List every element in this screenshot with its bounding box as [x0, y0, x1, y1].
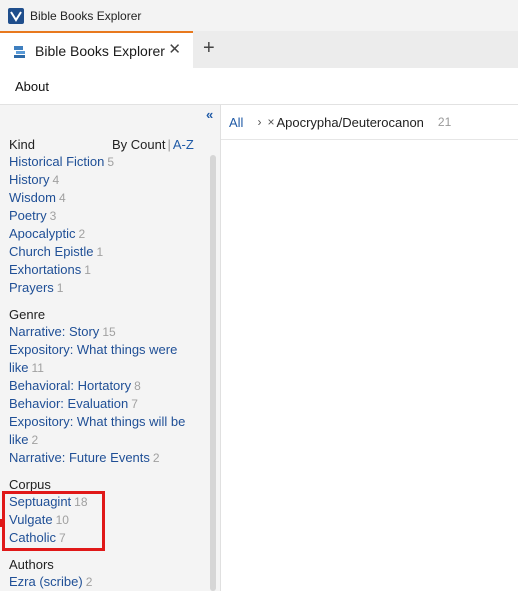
facet-count: 5 [107, 155, 115, 169]
facet-label-line1: Expository: What things were [9, 342, 178, 357]
facet-count: 4 [52, 173, 60, 187]
facet-count: 1 [84, 263, 91, 277]
facet-label: Wisdom [9, 190, 56, 205]
facet-count: 2 [78, 227, 86, 241]
facet-item[interactable]: Septuagint 18 [9, 493, 199, 511]
facet-label: Behavioral: Hortatory [9, 378, 132, 393]
facet-item[interactable]: Expository: What things will be like 2 [9, 413, 199, 449]
facet-label: Vulgate [9, 512, 53, 527]
facet-label: Church Epistle [9, 244, 94, 259]
new-tab-button[interactable]: + [203, 37, 215, 59]
about-menu-item[interactable]: About [15, 79, 49, 94]
facet-count: 2 [152, 451, 160, 465]
breadcrumb-filter-label[interactable]: Apocrypha/Deuterocanon [276, 115, 423, 130]
facet-label: Prayers [9, 280, 54, 295]
facet-label-line1: Expository: What things will be [9, 414, 186, 429]
facet-label: Behavior: Evaluation [9, 396, 129, 411]
window-title: Bible Books Explorer [30, 8, 142, 23]
facet-count: 15 [102, 325, 116, 339]
facet-label: Apocalyptic [9, 226, 76, 241]
facet-item[interactable]: Expository: What things were like 11 [9, 341, 199, 377]
highlight-annotation-mark [0, 519, 2, 527]
sidebar-scrollbar[interactable] [210, 155, 216, 591]
facet-label: Exhortations [9, 262, 82, 277]
facet-count: 10 [55, 513, 69, 527]
facet-label: Poetry [9, 208, 47, 223]
facet-item[interactable]: Vulgate 10 [9, 511, 199, 529]
menu-bar: About [0, 68, 518, 105]
facet-count: 2 [85, 575, 93, 589]
facet-item[interactable]: Poetry 3 [9, 207, 199, 225]
facet-label-line2: like [9, 360, 29, 375]
facet-item[interactable]: Behavior: Evaluation 7 [9, 395, 199, 413]
chevron-right-icon: › [257, 115, 262, 129]
facet-item[interactable]: Catholic 7 [9, 529, 199, 547]
results-pane [221, 141, 518, 591]
tab-bar: Bible Books Explorer ✕ + [0, 31, 518, 68]
facet-sidebar: « Kind By Count | A-Z Historical Fiction 5 … [0, 105, 221, 591]
facet-item[interactable]: Behavioral: Hortatory 8 [9, 377, 199, 395]
section-title-corpus: Corpus [9, 477, 51, 492]
facet-item[interactable]: Church Epistle 1 [9, 243, 199, 261]
facet-item[interactable]: Apocalyptic 2 [9, 225, 199, 243]
facet-label: Narrative: Future Events [9, 450, 150, 465]
facet-item[interactable]: Narrative: Future Events 2 [9, 449, 199, 467]
facet-label: Catholic [9, 530, 56, 545]
close-icon[interactable]: ✕ [168, 40, 181, 58]
facet-count: 1 [56, 281, 64, 295]
facet-item[interactable]: History 4 [9, 171, 199, 189]
book-stack-icon [13, 43, 27, 59]
facet-item[interactable]: Ezra (scribe) 2 [9, 573, 199, 591]
facet-label-line2: like [9, 432, 29, 447]
facet-item[interactable]: Wisdom 4 [9, 189, 199, 207]
facet-count: 7 [131, 397, 138, 411]
facet-label: Septuagint [9, 494, 72, 509]
facet-count: 7 [58, 531, 66, 545]
facet-count: 18 [74, 495, 88, 509]
logos-icon [8, 7, 24, 24]
sort-by-count-button[interactable]: By Count [112, 137, 165, 152]
remove-filter-icon[interactable]: × [267, 115, 274, 129]
facet-count: 11 [31, 361, 44, 375]
facet-label: Historical Fiction [9, 154, 105, 169]
section-title-authors: Authors [9, 557, 54, 572]
facet-item[interactable]: Prayers 1 [9, 279, 199, 297]
facet-count: 8 [134, 379, 141, 393]
breadcrumb-all-link[interactable]: All [229, 115, 243, 130]
section-title-genre: Genre [9, 307, 46, 322]
facet-count: 2 [31, 433, 39, 447]
facet-label: History [9, 172, 50, 187]
facet-label: Narrative: Story [9, 324, 100, 339]
section-title-kind: Kind [9, 137, 36, 152]
facet-item[interactable]: Exhortations 1 [9, 261, 199, 279]
sort-controls: By Count | A-Z [112, 137, 194, 152]
breadcrumb-count: 21 [437, 115, 452, 129]
sort-az-button[interactable]: A-Z [173, 137, 194, 152]
collapse-sidebar-icon[interactable]: « [206, 107, 213, 122]
facet-count: 1 [96, 245, 104, 259]
tab-label: Bible Books Explorer [35, 42, 165, 59]
facet-label: Ezra (scribe) [9, 574, 83, 589]
facet-item[interactable]: Historical Fiction 5 [9, 153, 199, 171]
facet-count: 4 [58, 191, 66, 205]
sort-separator: | [167, 137, 171, 152]
facet-item[interactable]: Narrative: Story 15 [9, 323, 199, 341]
facet-count: 3 [49, 209, 57, 223]
breadcrumb: All › × Apocrypha/Deuterocanon 21 [221, 105, 518, 140]
tab-bible-books-explorer[interactable]: Bible Books Explorer ✕ [0, 31, 193, 68]
title-bar: Bible Books Explorer [0, 0, 518, 31]
